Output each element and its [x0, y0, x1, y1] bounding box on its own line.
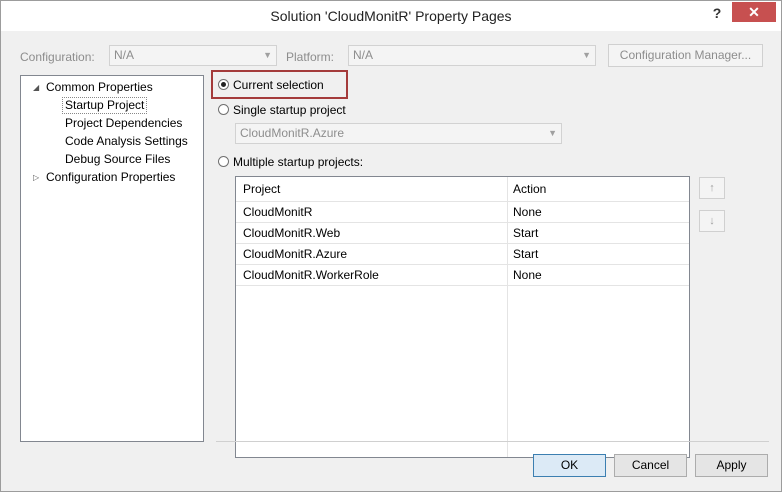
radio-multiple-startup-label: Multiple startup projects: — [233, 155, 364, 169]
help-button[interactable]: ? — [706, 5, 728, 23]
table-row[interactable]: CloudMonitR.Web Start — [236, 223, 689, 244]
tree-item-code-analysis-settings[interactable]: Code Analysis Settings — [65, 133, 188, 150]
action-cell[interactable]: Start — [513, 223, 538, 243]
move-down-button[interactable]: ↓ — [699, 210, 725, 232]
startup-projects-grid: Project Action CloudMonitR None CloudMon… — [235, 176, 690, 458]
tree-item-configuration-properties[interactable]: Configuration Properties — [46, 169, 175, 186]
tree-item-debug-source-files[interactable]: Debug Source Files — [65, 151, 170, 168]
configuration-value: N/A — [114, 48, 135, 62]
platform-label: Platform: — [286, 50, 335, 64]
action-cell[interactable]: Start — [513, 244, 538, 264]
close-button[interactable]: ✕ — [732, 2, 776, 22]
project-cell: CloudMonitR.Web — [243, 226, 341, 240]
property-tree: ◢ Common Properties Startup Project Proj… — [20, 75, 204, 442]
title-bar: Solution 'CloudMonitR' Property Pages ? … — [1, 1, 781, 31]
dialog-body: Configuration: N/A ▼ Platform: N/A ▼ Con… — [1, 31, 781, 491]
radio-button[interactable] — [218, 156, 229, 167]
radio-current-selection-label: Current selection — [233, 78, 324, 92]
project-cell: CloudMonitR.Azure — [243, 247, 348, 261]
apply-button[interactable]: Apply — [695, 454, 768, 477]
action-cell[interactable]: None — [513, 265, 542, 285]
radio-button-checked[interactable] — [218, 79, 229, 90]
table-row[interactable]: CloudMonitR None — [236, 202, 689, 223]
single-startup-value: CloudMonitR.Azure — [240, 126, 345, 140]
single-startup-dropdown[interactable]: CloudMonitR.Azure ▼ — [235, 123, 562, 144]
table-row[interactable]: CloudMonitR.WorkerRole None — [236, 265, 689, 286]
footer-divider — [216, 441, 769, 442]
platform-value: N/A — [353, 48, 374, 62]
window-title: Solution 'CloudMonitR' Property Pages — [270, 8, 512, 24]
tree-item-project-dependencies[interactable]: Project Dependencies — [65, 115, 182, 132]
chevron-down-icon: ▼ — [263, 50, 272, 60]
chevron-down-icon: ▼ — [548, 128, 557, 138]
property-pages-dialog: Solution 'CloudMonitR' Property Pages ? … — [0, 0, 782, 492]
configuration-manager-button[interactable]: Configuration Manager... — [608, 44, 763, 67]
expanded-triangle-icon[interactable]: ◢ — [33, 83, 39, 92]
arrow-down-icon: ↓ — [709, 215, 715, 227]
chevron-down-icon: ▼ — [582, 50, 591, 60]
project-cell: CloudMonitR — [243, 205, 313, 219]
ok-button[interactable]: OK — [533, 454, 606, 477]
tree-item-startup-project[interactable]: Startup Project — [62, 97, 148, 114]
column-header-project[interactable]: Project — [243, 177, 280, 201]
cancel-button[interactable]: Cancel — [614, 454, 687, 477]
configuration-label: Configuration: — [20, 50, 95, 64]
arrow-up-icon: ↑ — [709, 182, 715, 194]
configuration-dropdown[interactable]: N/A ▼ — [109, 45, 277, 66]
platform-dropdown[interactable]: N/A ▼ — [348, 45, 596, 66]
radio-single-startup-label: Single startup project — [233, 103, 346, 117]
action-cell[interactable]: None — [513, 202, 542, 222]
close-icon: ✕ — [748, 4, 760, 20]
column-header-action[interactable]: Action — [513, 177, 546, 201]
radio-button[interactable] — [218, 104, 229, 115]
tree-item-common-properties[interactable]: Common Properties — [46, 79, 153, 96]
move-up-button[interactable]: ↑ — [699, 177, 725, 199]
collapsed-triangle-icon[interactable]: ▷ — [33, 173, 39, 182]
project-cell: CloudMonitR.WorkerRole — [243, 268, 379, 282]
table-row[interactable]: CloudMonitR.Azure Start — [236, 244, 689, 265]
